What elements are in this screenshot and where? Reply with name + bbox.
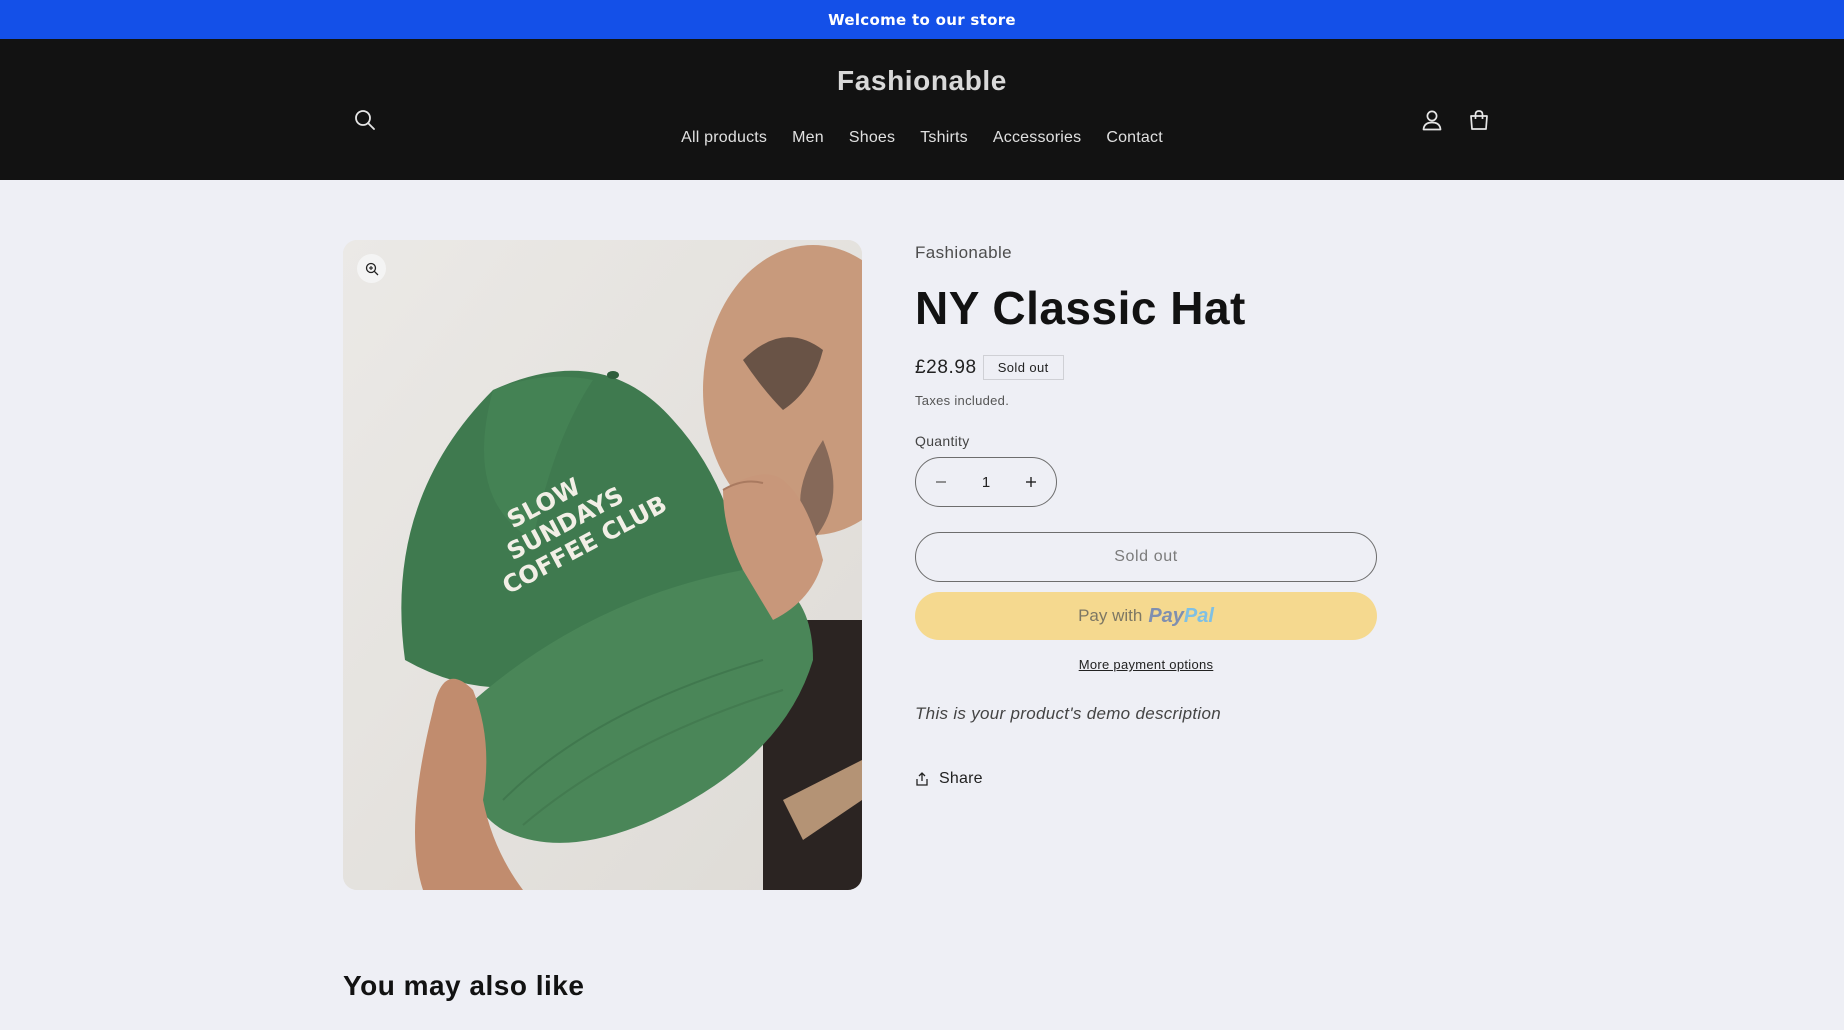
cart-icon [1470,110,1488,130]
announcement-bar: Welcome to our store [0,0,1844,39]
nav-men[interactable]: Men [780,129,837,147]
paypal-logo-pay: Pay [1148,604,1184,627]
sold-out-badge: Sold out [982,355,1064,380]
product-info: Fashionable NY Classic Hat £28.98 Sold o… [915,240,1377,788]
share-label: Share [939,770,983,787]
nav-shoes[interactable]: Shoes [836,129,907,147]
store-logo[interactable]: Fashionable [0,65,1844,97]
quantity-label: Quantity [915,433,970,449]
product-vendor: Fashionable [915,243,1013,262]
quantity-stepper: 1 [915,457,1057,507]
product-page: SLOW SUNDAYS COFFEE CLUB Fashionable NY … [0,180,1844,1030]
product-price: £28.98 [915,356,977,378]
zoom-button[interactable] [357,254,386,283]
paypal-prefix: Pay with [1078,606,1143,625]
search-icon [355,110,375,130]
nav-contact[interactable]: Contact [1094,129,1176,147]
more-payment-options-link[interactable]: More payment options [915,657,1377,672]
nav-tshirts[interactable]: Tshirts [908,129,981,147]
share-icon [916,772,928,786]
product-image[interactable]: SLOW SUNDAYS COFFEE CLUB [343,240,862,890]
tax-note: Taxes included. [915,393,1010,408]
paypal-logo: PayPal [1148,605,1214,628]
product-title: NY Classic Hat [915,282,1246,334]
add-to-cart-button[interactable]: Sold out [915,532,1377,582]
price-row: £28.98 Sold out [915,355,1377,380]
share-button[interactable]: Share [915,770,1377,788]
nav-accessories[interactable]: Accessories [980,129,1093,147]
quantity-input[interactable]: 1 [982,474,990,491]
product-description: This is your product's demo description [915,704,1221,723]
plus-icon [1026,476,1036,487]
account-icon [1422,110,1442,131]
announcement-text: Welcome to our store [828,10,1016,29]
paypal-logo-pal: Pal [1183,604,1214,627]
minus-icon [936,480,946,483]
quantity-increase-button[interactable] [1020,472,1042,493]
quantity-decrease-button[interactable] [930,472,952,493]
site-header: Fashionable All products Men Shoes Tshir… [0,39,1844,180]
main-nav: All products Men Shoes Tshirts Accessori… [0,129,1844,147]
zoom-icon [365,262,378,275]
paypal-button[interactable]: Pay with PayPal [915,592,1377,640]
nav-all-products[interactable]: All products [669,129,780,147]
related-heading: You may also like [343,970,585,1001]
product-photo: SLOW SUNDAYS COFFEE CLUB [343,240,862,890]
